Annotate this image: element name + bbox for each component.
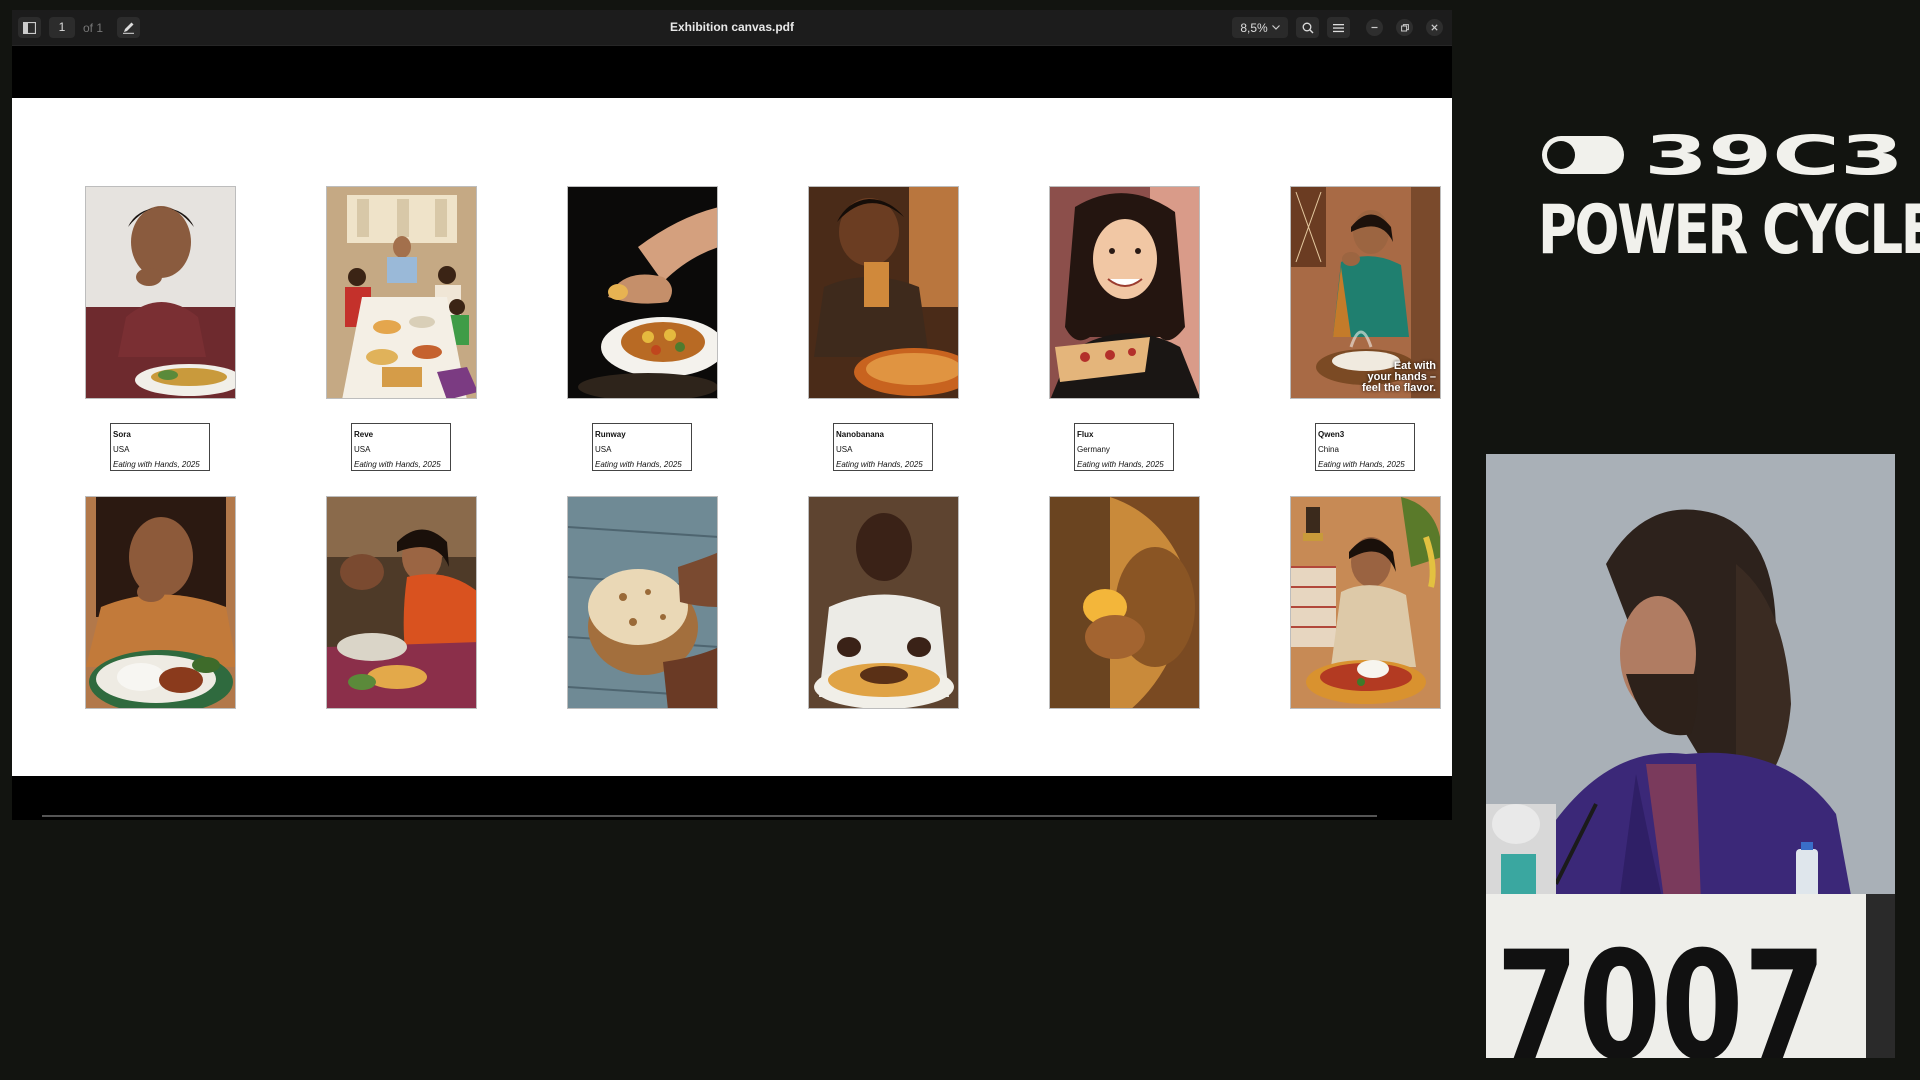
pdf-viewer-window: 1 of 1 Exhibition canvas.pdf 8,5% Eat wi… [12, 10, 1452, 820]
caption-runway: Runway USA Eating with Hands, 2025 [592, 423, 692, 471]
close-button[interactable] [1426, 19, 1443, 36]
image-card-row2-6[interactable] [1290, 496, 1441, 709]
caption-title: Eating with Hands, 2025 [1077, 460, 1164, 469]
brand-logo: 39C3 [1542, 130, 1904, 180]
image-card-row2-1[interactable] [85, 496, 236, 709]
page-number-input[interactable]: 1 [49, 17, 75, 38]
image-card-row2-3[interactable] [567, 496, 718, 709]
minimize-button[interactable] [1366, 19, 1383, 36]
caption-sora: Sora USA Eating with Hands, 2025 [110, 423, 210, 471]
caption-qwen3: Qwen3 China Eating with Hands, 2025 [1315, 423, 1415, 471]
image-card-runway[interactable] [567, 186, 718, 399]
man-eating-rice-image [809, 187, 958, 398]
restore-icon [1400, 23, 1409, 31]
caption-country: USA [836, 445, 853, 454]
search-button[interactable] [1296, 17, 1319, 38]
zoom-select[interactable]: 8,5% [1232, 17, 1288, 38]
woman-eating-rice-plate-image [86, 497, 235, 708]
family-dinner-image [327, 187, 476, 398]
caption-title: Eating with Hands, 2025 [836, 460, 923, 469]
event-number: 39C3 [1644, 130, 1904, 180]
caption-title: Eating with Hands, 2025 [113, 460, 200, 469]
man-with-platter-image [809, 497, 958, 708]
caption-model: Runway [595, 430, 626, 439]
sidebar-toggle-button[interactable] [18, 17, 41, 38]
speaker-image: 7007 [1486, 454, 1895, 1058]
caption-country: China [1318, 445, 1339, 454]
woman-eating-curry-image [1291, 497, 1440, 708]
man-eating-image [86, 187, 235, 398]
caption-country: USA [595, 445, 612, 454]
page-counter: 1 of 1 [49, 17, 119, 38]
toggle-knob [1547, 141, 1575, 169]
pdf-page[interactable]: Eat with your hands – feel the flavor. S… [12, 98, 1452, 776]
flatbread-image [568, 497, 717, 708]
restore-button[interactable] [1396, 19, 1413, 36]
girl-eating-image [327, 497, 476, 708]
annotate-button[interactable] [117, 17, 140, 38]
caption-model: Qwen3 [1318, 430, 1345, 439]
page-total-label: of 1 [83, 20, 104, 35]
caption-title: Eating with Hands, 2025 [595, 460, 682, 469]
caption-country: Germany [1077, 445, 1110, 454]
caption-nanobanana: Nanobanana USA Eating with Hands, 2025 [833, 423, 933, 471]
caption-country: USA [113, 445, 130, 454]
image-card-nanobanana[interactable] [808, 186, 959, 399]
sidebar-icon [23, 21, 36, 34]
image-card-row2-2[interactable] [326, 496, 477, 709]
caption-model: Sora [113, 430, 131, 439]
horizontal-scrollbar[interactable] [42, 815, 1377, 817]
menu-button[interactable] [1327, 17, 1350, 38]
caption-title: Eating with Hands, 2025 [1318, 460, 1405, 469]
curry-plate-image [568, 187, 717, 398]
minimize-icon [1371, 26, 1378, 29]
image-card-qwen3[interactable]: Eat with your hands – feel the flavor. [1290, 186, 1441, 399]
image-card-reve[interactable] [326, 186, 477, 399]
menu-icon [1333, 23, 1344, 32]
search-icon [1302, 22, 1313, 33]
speaker-camera-feed: 7007 [1486, 454, 1895, 1058]
caption-country: USA [354, 445, 371, 454]
chevron-down-icon [1271, 25, 1280, 30]
pen-icon [123, 22, 134, 34]
event-title: POWER CYCLES [1538, 191, 1920, 270]
caption-model: Nanobanana [836, 430, 885, 439]
podium-sign: 7007 [1496, 920, 1826, 1058]
overlay-line: feel the flavor. [1362, 382, 1436, 394]
image-card-sora[interactable] [85, 186, 236, 399]
caption-flux: Flux Germany Eating with Hands, 2025 [1074, 423, 1174, 471]
woman-pizza-image [1050, 187, 1199, 398]
image-overlay-text: Eat with your hands – feel the flavor. [1362, 361, 1436, 394]
image-card-row2-4[interactable] [808, 496, 959, 709]
close-icon [1431, 24, 1438, 31]
caption-reve: Reve USA Eating with Hands, 2025 [351, 423, 451, 471]
title-bar: 1 of 1 Exhibition canvas.pdf 8,5% [12, 10, 1452, 46]
image-card-flux[interactable] [1049, 186, 1200, 399]
man-eating-mango-image [1050, 497, 1199, 708]
caption-title: Eating with Hands, 2025 [354, 460, 441, 469]
zoom-level: 8,5% [1240, 20, 1268, 35]
image-card-row2-5[interactable] [1049, 496, 1200, 709]
caption-model: Flux [1077, 430, 1094, 439]
caption-model: Reve [354, 430, 374, 439]
